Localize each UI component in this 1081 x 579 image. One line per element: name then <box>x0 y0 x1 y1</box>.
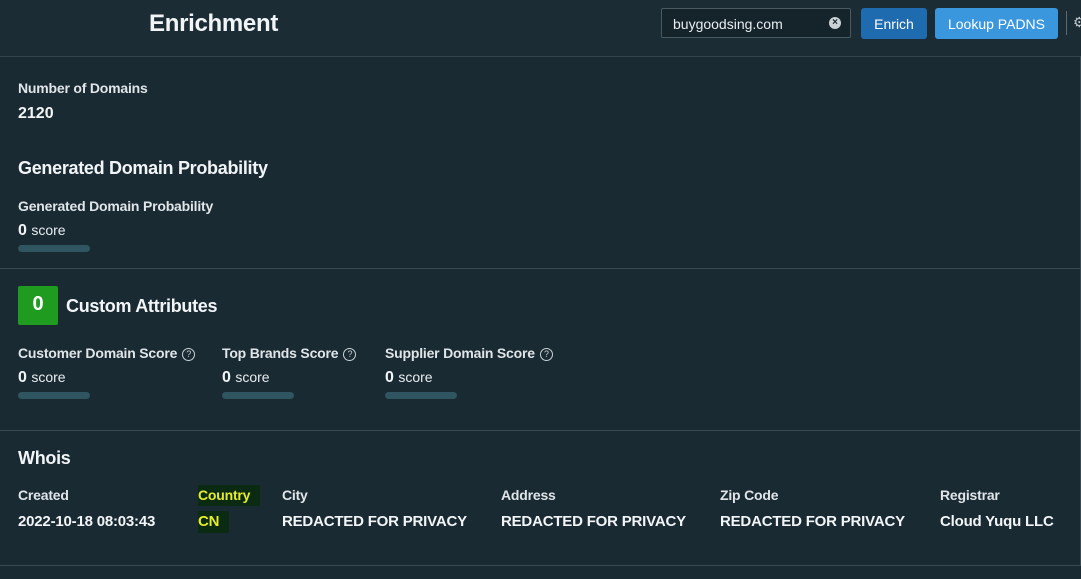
customer-domain-score: 0 score <box>18 369 66 387</box>
top-bar: Enrichment × Enrich Lookup PADNS ⚙ <box>0 0 1081 57</box>
top-brands-score-label: Top Brands Score? <box>222 345 357 361</box>
generated-domain-heading: Generated Domain Probability <box>18 158 268 178</box>
supplier-domain-score-label: Supplier Domain Score? <box>385 345 553 361</box>
whois-heading: Whois <box>18 448 71 468</box>
number-of-domains-value: 2120 <box>18 105 54 122</box>
score-unit: score <box>31 369 66 385</box>
page-title: Enrichment <box>149 10 279 37</box>
score-value: 0 <box>385 369 394 386</box>
whois-created-label: Created <box>18 487 69 503</box>
customer-domain-score-text: Customer Domain Score <box>18 345 178 361</box>
score-value: 0 <box>18 222 27 239</box>
highlighted-text: Country <box>198 485 261 506</box>
number-of-domains-label: Number of Domains <box>18 80 148 96</box>
whois-registrar-value: Cloud Yuqu LLC <box>940 513 1054 530</box>
top-brands-score-text: Top Brands Score <box>222 345 339 361</box>
supplier-domain-score-text: Supplier Domain Score <box>385 345 535 361</box>
whois-zip-label: Zip Code <box>720 487 779 503</box>
help-icon[interactable]: ? <box>343 348 357 361</box>
whois-created-value: 2022-10-18 08:03:43 <box>18 513 156 530</box>
score-unit: score <box>398 369 433 385</box>
domain-search-input[interactable] <box>662 9 835 39</box>
top-brands-score-bar <box>222 392 294 399</box>
whois-city-label: City <box>282 487 308 503</box>
generated-domain-bar <box>18 245 90 252</box>
highlighted-text: CN <box>198 511 230 533</box>
whois-address-label: Address <box>501 487 556 503</box>
supplier-domain-score-bar <box>385 392 457 399</box>
enrich-button[interactable]: Enrich <box>861 8 927 39</box>
generated-domain-label: Generated Domain Probability <box>18 198 214 214</box>
clear-icon[interactable]: × <box>829 17 841 29</box>
lookup-padns-button[interactable]: Lookup PADNS <box>935 8 1058 39</box>
score-unit: score <box>31 222 66 238</box>
top-brands-score: 0 score <box>222 369 270 387</box>
custom-attributes-count-badge: 0 <box>18 286 58 325</box>
help-icon[interactable]: ? <box>182 348 196 361</box>
whois-zip-value: REDACTED FOR PRIVACY <box>720 513 905 530</box>
customer-domain-score-bar <box>18 392 90 399</box>
supplier-domain-score: 0 score <box>385 369 433 387</box>
custom-attributes-heading: Custom Attributes <box>66 296 218 316</box>
section-divider <box>0 268 1081 269</box>
whois-city-value: REDACTED FOR PRIVACY <box>282 513 467 530</box>
generated-domain-score: 0 score <box>18 222 66 240</box>
whois-country-value: CN <box>198 511 230 533</box>
score-value: 0 <box>18 369 27 386</box>
domain-search-box[interactable]: × <box>661 8 851 39</box>
whois-country-label: Country <box>198 485 261 506</box>
customer-domain-score-label: Customer Domain Score? <box>18 345 196 361</box>
section-divider <box>0 430 1081 431</box>
score-unit: score <box>235 369 270 385</box>
toolbar-divider <box>1066 11 1067 35</box>
score-value: 0 <box>222 369 231 386</box>
help-icon[interactable]: ? <box>539 348 553 361</box>
enrichment-panel: Number of Domains 2120 Generated Domain … <box>0 56 1081 566</box>
whois-registrar-label: Registrar <box>940 487 1000 503</box>
whois-address-value: REDACTED FOR PRIVACY <box>501 513 686 530</box>
settings-icon[interactable]: ⚙ <box>1073 14 1081 31</box>
